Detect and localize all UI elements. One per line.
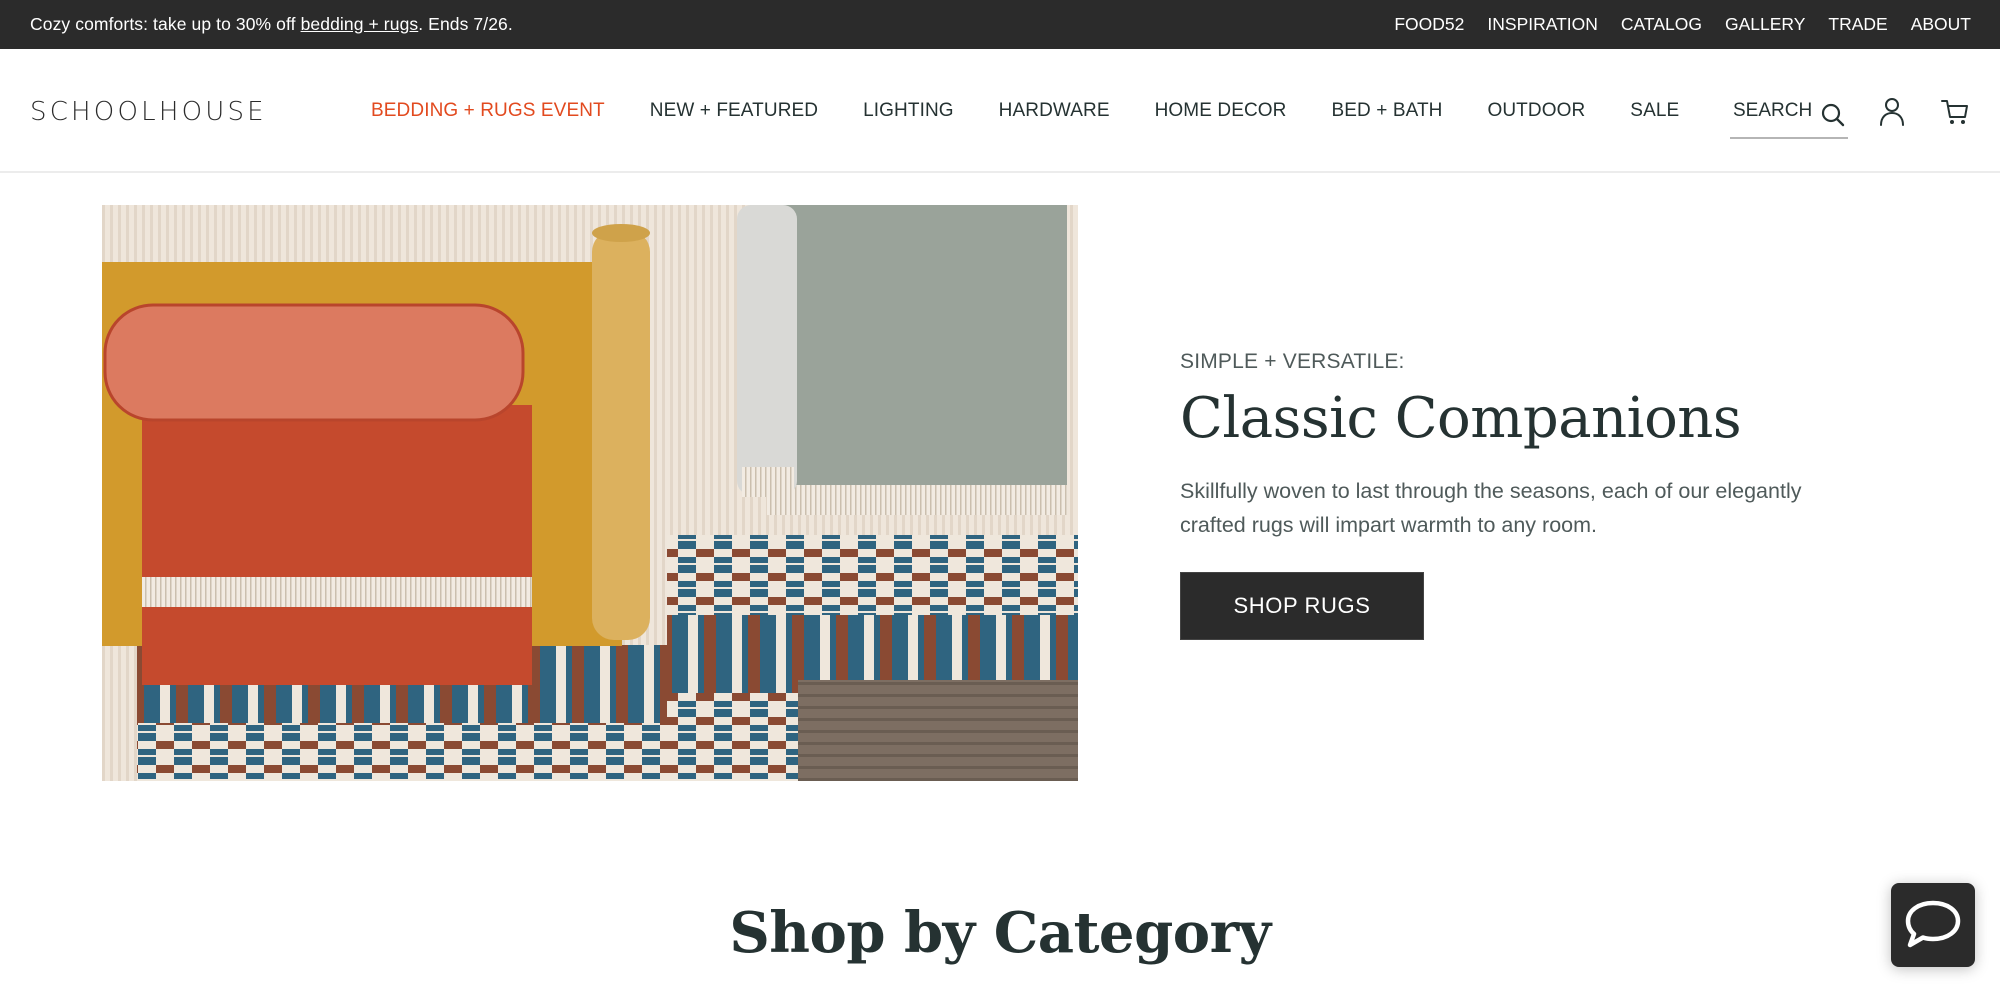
hero-copy: SIMPLE + VERSATILE: Classic Companions S… <box>1180 350 1880 542</box>
hero-image[interactable] <box>102 205 1078 781</box>
util-link-inspiration[interactable]: INSPIRATION <box>1487 14 1598 35</box>
hero-description: Skillfully woven to last through the sea… <box>1180 478 1802 537</box>
nav-sale[interactable]: SALE <box>1630 100 1679 122</box>
promo-bar: Cozy comforts: take up to 30% off beddin… <box>0 0 2000 49</box>
chat-button[interactable] <box>1891 883 1975 967</box>
util-link-gallery[interactable]: GALLERY <box>1725 14 1805 35</box>
hero-eyebrow: SIMPLE + VERSATILE: <box>1180 350 1405 373</box>
nav-lighting[interactable]: LIGHTING <box>863 100 954 122</box>
search-input[interactable]: SEARCH <box>1730 85 1848 139</box>
section-title: Shop by Category <box>729 900 1271 966</box>
nav-hardware[interactable]: HARDWARE <box>999 100 1110 122</box>
utility-nav: FOOD52 INSPIRATION CATALOG GALLERY TRADE… <box>1394 14 1971 35</box>
nav-home-decor[interactable]: HOME DECOR <box>1155 100 1287 122</box>
nav-outdoor[interactable]: OUTDOOR <box>1487 100 1585 122</box>
promo-suffix: . Ends 7/26. <box>418 14 513 34</box>
promo-prefix: Cozy comforts: take up to 30% off <box>30 14 301 34</box>
search-icon[interactable] <box>1820 102 1846 128</box>
promo-message: Cozy comforts: take up to 30% off beddin… <box>30 14 513 35</box>
hero-title: Classic Companions <box>1180 386 1742 451</box>
main-nav: BEDDING + RUGS EVENT NEW + FEATURED LIGH… <box>371 100 1724 122</box>
site-header: SCHOOLHOUSE BEDDING + RUGS EVENT NEW + F… <box>0 49 2000 173</box>
nav-bed-bath[interactable]: BED + BATH <box>1332 100 1443 122</box>
search-label: SEARCH <box>1733 100 1813 121</box>
util-link-about[interactable]: ABOUT <box>1911 14 1971 35</box>
nav-new-featured[interactable]: NEW + FEATURED <box>650 100 818 122</box>
chat-bubble-icon <box>1905 900 1961 948</box>
account-icon[interactable] <box>1878 97 1906 127</box>
util-link-trade[interactable]: TRADE <box>1828 14 1887 35</box>
util-link-catalog[interactable]: CATALOG <box>1621 14 1702 35</box>
shop-rugs-button[interactable]: SHOP RUGS <box>1180 572 1424 640</box>
cart-icon[interactable] <box>1940 97 1970 127</box>
promo-link[interactable]: bedding + rugs <box>301 14 419 34</box>
util-link-food52[interactable]: FOOD52 <box>1394 14 1464 35</box>
nav-bedding-rugs-event[interactable]: BEDDING + RUGS EVENT <box>371 100 605 122</box>
rugs-illustration <box>102 205 1078 781</box>
logo[interactable]: SCHOOLHOUSE <box>30 97 267 127</box>
